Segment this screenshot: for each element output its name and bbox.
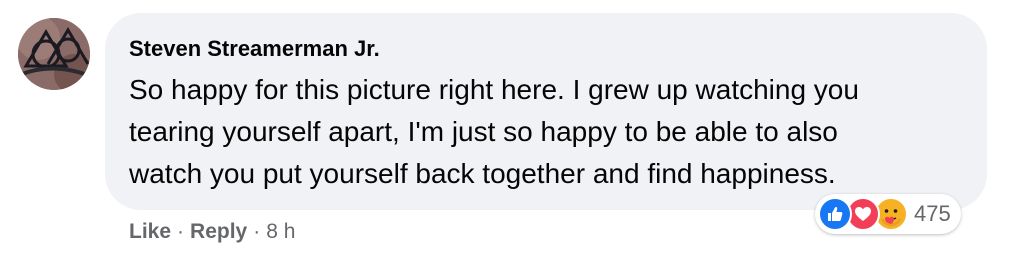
separator-dot: · xyxy=(177,220,185,243)
avatar[interactable] xyxy=(18,18,90,90)
comment-bubble: Steven Streamerman Jr. So happy for this… xyxy=(105,13,987,210)
like-reaction-icon xyxy=(818,197,852,231)
comment-actions: Like · Reply · 8 h xyxy=(129,219,295,245)
reaction-count: 475 xyxy=(914,201,951,226)
comment-text-line: tearing yourself apart, I'm just so happ… xyxy=(129,116,838,147)
comment-text-line: So happy for this picture right here. I … xyxy=(129,74,859,105)
comment-author-name[interactable]: Steven Streamerman Jr. xyxy=(129,36,380,62)
like-button[interactable]: Like xyxy=(129,220,171,243)
reply-button[interactable]: Reply xyxy=(190,220,247,243)
separator-dot: · xyxy=(253,220,261,243)
comment-text: So happy for this picture right here. I … xyxy=(129,69,974,195)
reaction-summary[interactable]: 475 xyxy=(815,194,961,234)
comment-text-line: watch you put yourself back together and… xyxy=(129,158,836,189)
comment-timestamp[interactable]: 8 h xyxy=(266,220,295,243)
